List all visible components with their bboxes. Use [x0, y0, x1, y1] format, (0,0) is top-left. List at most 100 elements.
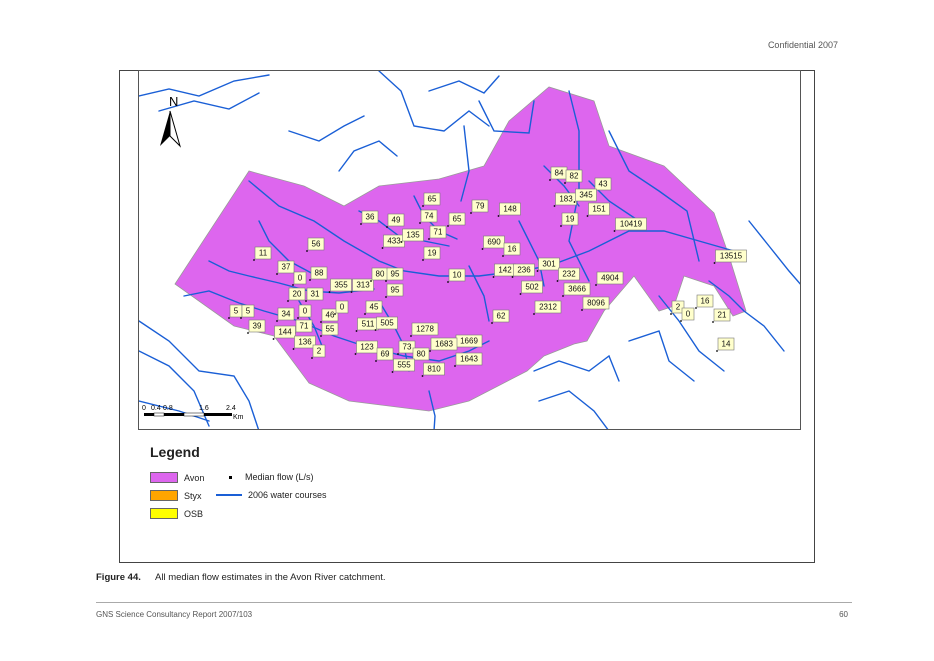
- flow-value: 69: [381, 350, 390, 359]
- flow-value: 555: [397, 361, 411, 370]
- flow-label: 71: [294, 319, 313, 334]
- scale-bar: 0 0.4 0.8 1.6 2.4 Km: [142, 405, 244, 421]
- flow-value: 1278: [416, 325, 434, 334]
- flow-value: 10: [453, 271, 462, 280]
- flow-value: 136: [298, 338, 312, 347]
- flow-label: 49: [386, 213, 405, 228]
- flow-label: 13515: [713, 249, 747, 264]
- flow-value: 2: [317, 347, 322, 356]
- flow-label: 236: [511, 263, 535, 278]
- flow-value: 46: [326, 311, 335, 320]
- flow-value: 14: [722, 340, 731, 349]
- flow-point: [385, 280, 387, 282]
- legend-item-avon: Avon: [150, 472, 204, 483]
- line-symbol-icon: [216, 494, 242, 496]
- avon-swatch: [150, 472, 178, 483]
- flow-value: 0: [298, 274, 303, 283]
- flow-point: [400, 241, 403, 243]
- flow-point: [374, 329, 377, 331]
- flow-value: 5: [234, 307, 239, 316]
- flow-point: [519, 293, 522, 295]
- flow-point: [228, 317, 230, 319]
- flow-value: 301: [542, 260, 556, 269]
- flow-point: [595, 284, 597, 286]
- flow-label: 10: [447, 268, 466, 283]
- scale-label-4: 2.4: [226, 405, 236, 412]
- flow-value: 1669: [460, 337, 478, 346]
- flow-label: 690: [481, 235, 505, 250]
- flow-label: 148: [497, 202, 521, 217]
- flow-point: [560, 225, 562, 227]
- flow-label: 810: [421, 362, 445, 377]
- flow-point: [581, 309, 583, 311]
- flow-label: 55: [320, 322, 339, 337]
- flow-label: 65: [422, 192, 441, 207]
- flow-point: [470, 212, 472, 214]
- flow-value: 16: [701, 297, 710, 306]
- flow-point: [533, 313, 535, 315]
- point-marker-icon: [229, 475, 232, 479]
- flow-point: [680, 320, 682, 322]
- flow-value: 433: [387, 237, 401, 246]
- flow-label: 0: [297, 304, 312, 319]
- flow-point: [328, 291, 331, 293]
- flow-label: 313: [350, 278, 374, 293]
- flow-point: [712, 321, 714, 323]
- flow-label: 502: [519, 280, 543, 295]
- flow-label: 355: [328, 278, 352, 293]
- flow-label: 2312: [533, 300, 562, 315]
- figure-number: Figure 44.: [96, 572, 141, 583]
- flow-label: 82: [564, 169, 583, 184]
- north-arrow: N: [160, 94, 182, 148]
- flow-value: 82: [570, 172, 579, 181]
- flow-label: 45: [364, 300, 383, 315]
- flow-point: [386, 226, 388, 228]
- flow-point: [320, 335, 322, 337]
- flow-label: 46: [320, 308, 339, 323]
- flow-label: 21: [712, 308, 731, 323]
- flow-point: [422, 259, 424, 261]
- flow-value: 5: [246, 307, 251, 316]
- flow-label: 301: [536, 257, 560, 272]
- flow-point: [447, 225, 449, 227]
- flow-label: 74: [419, 209, 438, 224]
- flow-value: 37: [282, 263, 291, 272]
- flow-label: 345: [573, 188, 597, 203]
- flow-label: 0: [334, 300, 349, 315]
- flow-value: 123: [360, 343, 374, 352]
- flow-label: 62: [491, 309, 510, 324]
- scale-label-2: 0.8: [163, 405, 173, 412]
- osb-swatch: [150, 508, 178, 519]
- flow-point: [276, 320, 278, 322]
- flow-point: [276, 273, 278, 275]
- flow-value: 3666: [568, 285, 586, 294]
- flow-point: [481, 248, 484, 250]
- flow-value: 39: [253, 322, 262, 331]
- flow-value: 73: [403, 343, 412, 352]
- flow-label: 555: [391, 358, 415, 373]
- flow-label: 71: [428, 225, 447, 240]
- flow-value: 43: [599, 180, 608, 189]
- flow-point: [613, 230, 616, 232]
- flow-label: 36: [360, 210, 379, 225]
- flow-value: 810: [427, 365, 441, 374]
- flow-value: 95: [391, 286, 400, 295]
- flow-value: 20: [293, 290, 302, 299]
- flow-label: 5: [228, 304, 243, 319]
- flow-label: 65: [447, 212, 466, 227]
- legend-label-avon: Avon: [184, 472, 205, 483]
- flow-value: 19: [428, 249, 437, 258]
- flow-value: 232: [562, 270, 576, 279]
- flow-point: [454, 365, 456, 367]
- flow-value: 690: [487, 238, 501, 247]
- flow-value: 34: [282, 310, 291, 319]
- flow-value: 21: [718, 311, 727, 320]
- flow-label: 1669: [454, 334, 483, 349]
- flow-point: [391, 371, 394, 373]
- flow-label: 14: [716, 337, 735, 352]
- flow-point: [447, 281, 449, 283]
- flow-label: 31: [305, 287, 324, 302]
- flow-point: [320, 321, 322, 323]
- flow-point: [502, 255, 504, 257]
- flow-value: 502: [525, 283, 539, 292]
